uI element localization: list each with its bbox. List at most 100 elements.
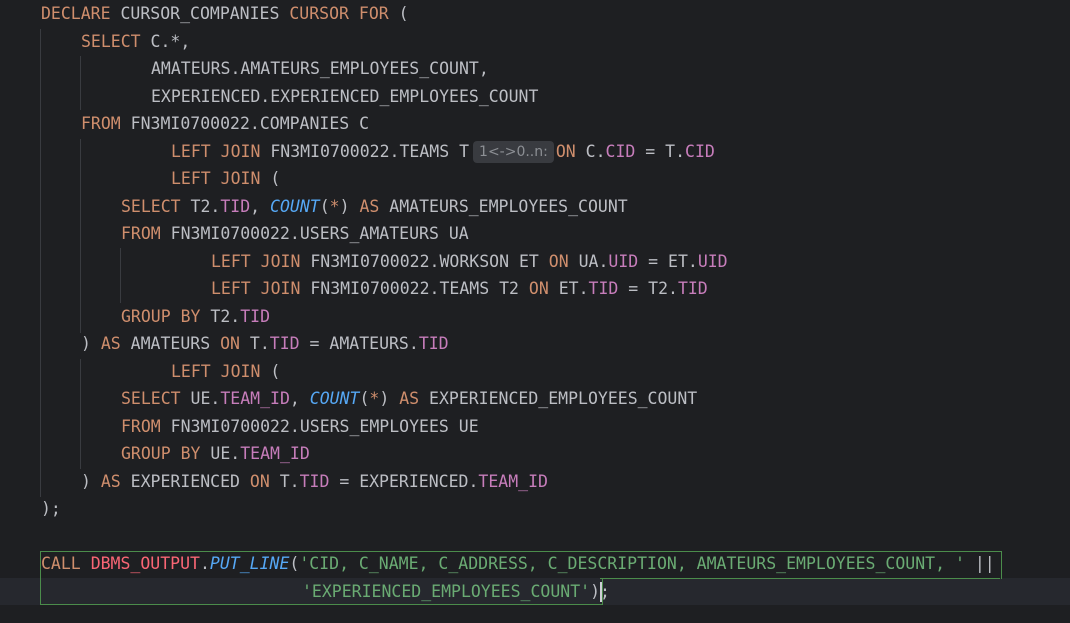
code-line: FROM FN3MI0700022.USERS_EMPLOYEES UE bbox=[121, 413, 479, 441]
code-line: LEFT JOIN ( bbox=[171, 358, 280, 386]
identifier: EXPERIENCED bbox=[120, 472, 250, 491]
code-line: FROM FN3MI0700022.COMPANIES C bbox=[81, 110, 369, 138]
keyword: ON bbox=[548, 252, 569, 271]
package-name: DBMS_OUTPUT bbox=[90, 554, 200, 573]
identifier: T. bbox=[269, 472, 300, 491]
keyword: GROUP BY bbox=[121, 307, 201, 326]
identifier: FN3MI0700022.WORKSON ET bbox=[300, 252, 549, 271]
indent-guide bbox=[80, 56, 81, 110]
keyword: CURSOR bbox=[289, 4, 349, 23]
identifier: = T. bbox=[635, 142, 686, 161]
punctuation: ); bbox=[41, 499, 61, 518]
inlay-hint[interactable]: 1<->0..n: bbox=[473, 141, 554, 163]
code-editor[interactable]: DECLARE CURSOR_COMPANIES CURSOR FOR ( SE… bbox=[0, 0, 1070, 623]
keyword: ON bbox=[220, 334, 240, 353]
keyword: LEFT JOIN bbox=[171, 169, 261, 188]
identifier: = EXPERIENCED. bbox=[329, 472, 479, 491]
text-caret bbox=[600, 582, 602, 602]
keyword: LEFT JOIN bbox=[171, 142, 261, 161]
column-name: TEAM_ID bbox=[240, 444, 310, 463]
code-line: 'EXPERIENCED_EMPLOYEES_COUNT'); bbox=[302, 578, 610, 606]
function-name: COUNT bbox=[270, 197, 320, 216]
punctuation: ( bbox=[260, 362, 281, 381]
code-line: SELECT T2.TID, COUNT(*) AS AMATEURS_EMPL… bbox=[121, 193, 628, 221]
identifier: UE. bbox=[200, 444, 241, 463]
identifier: FN3MI0700022.USERS_EMPLOYEES UE bbox=[160, 417, 479, 436]
keyword: FROM bbox=[121, 224, 161, 243]
code-line: FROM FN3MI0700022.USERS_AMATEURS UA bbox=[121, 220, 469, 248]
identifier: T. bbox=[239, 334, 270, 353]
identifier: AMATEURS_EMPLOYEES_COUNT bbox=[379, 197, 628, 216]
code-line: LEFT JOIN FN3MI0700022.WORKSON ET ON UA.… bbox=[211, 248, 728, 276]
code-line: GROUP BY T2.TID bbox=[121, 303, 270, 331]
keyword: AS bbox=[100, 334, 121, 353]
keyword: DECLARE bbox=[41, 4, 111, 23]
identifier: = T2. bbox=[618, 279, 678, 298]
column-name: CID bbox=[685, 142, 715, 161]
identifier: EXPERIENCED_EMPLOYEES_COUNT bbox=[419, 389, 698, 408]
punctuation: ( bbox=[289, 554, 300, 573]
punctuation: ( bbox=[388, 4, 409, 23]
function-name: COUNT bbox=[309, 389, 360, 408]
string-literal: 'CID, C_NAME, C_ADDRESS, C_DESCRIPTION, … bbox=[299, 554, 965, 573]
column-name: TID bbox=[299, 472, 330, 491]
identifier: = AMATEURS. bbox=[299, 334, 419, 353]
identifier: AMATEURS bbox=[120, 334, 221, 353]
code-line: ) AS AMATEURS ON T.TID = AMATEURS.TID bbox=[81, 330, 449, 358]
column-name: TEAM_ID bbox=[478, 472, 548, 491]
keyword: SELECT bbox=[121, 389, 181, 408]
string-literal: 'EXPERIENCED_EMPLOYEES_COUNT' bbox=[302, 582, 591, 601]
indent-guide bbox=[80, 139, 81, 333]
code-line: SELECT C.*, bbox=[81, 28, 190, 56]
indent-guide bbox=[40, 29, 41, 497]
column-name: TID bbox=[418, 334, 449, 353]
keyword: LEFT JOIN bbox=[211, 252, 301, 271]
keyword: FOR bbox=[358, 4, 389, 23]
punctuation: ( bbox=[260, 169, 281, 188]
identifier: C. bbox=[575, 142, 606, 161]
punctuation: ( bbox=[319, 197, 330, 216]
column-name: TEAM_ID bbox=[220, 389, 290, 408]
keyword: ON bbox=[528, 279, 549, 298]
identifier: FN3MI0700022.TEAMS T2 bbox=[300, 279, 529, 298]
indent-guide bbox=[120, 248, 121, 303]
code-line: GROUP BY UE.TEAM_ID bbox=[121, 440, 310, 468]
code-line: CALL DBMS_OUTPUT.PUT_LINE('CID, C_NAME, … bbox=[41, 550, 995, 578]
keyword: ON bbox=[249, 472, 270, 491]
identifier: C.*, bbox=[140, 32, 191, 51]
column-name: TID bbox=[588, 279, 619, 298]
punctuation: , bbox=[289, 389, 310, 408]
code-line: ); bbox=[41, 495, 61, 523]
column-name: CID bbox=[605, 142, 636, 161]
punctuation: ( bbox=[359, 389, 370, 408]
identifier: FN3MI0700022.TEAMS T bbox=[260, 142, 470, 161]
code-line: LEFT JOIN FN3MI0700022.TEAMS T2 ON ET.TI… bbox=[211, 275, 708, 303]
punctuation: , bbox=[250, 197, 271, 216]
keyword: SELECT bbox=[81, 32, 141, 51]
identifier: AMATEURS.AMATEURS_EMPLOYEES_COUNT, bbox=[151, 59, 489, 78]
column-name: UID bbox=[608, 252, 639, 271]
column-name: TID bbox=[240, 307, 271, 326]
punctuation: ) bbox=[81, 472, 101, 491]
code-line: AMATEURS.AMATEURS_EMPLOYEES_COUNT, bbox=[151, 55, 489, 83]
column-name: TID bbox=[269, 334, 300, 353]
punctuation: ) bbox=[379, 389, 400, 408]
code-line: ) AS EXPERIENCED ON T.TID = EXPERIENCED.… bbox=[81, 468, 548, 496]
keyword: AS bbox=[359, 197, 380, 216]
keyword: ON bbox=[555, 142, 576, 161]
function-name: PUT_LINE bbox=[209, 554, 290, 573]
keyword: SELECT bbox=[121, 197, 181, 216]
identifier: FN3MI0700022.USERS_AMATEURS UA bbox=[160, 224, 469, 243]
wildcard: * bbox=[369, 389, 380, 408]
identifier: CURSOR_COMPANIES bbox=[110, 4, 290, 23]
code-line: LEFT JOIN ( bbox=[171, 165, 280, 193]
code-line: EXPERIENCED.EXPERIENCED_EMPLOYEES_COUNT bbox=[151, 83, 538, 111]
punctuation: ) bbox=[81, 334, 101, 353]
keyword: FROM bbox=[121, 417, 161, 436]
keyword: LEFT JOIN bbox=[171, 362, 261, 381]
column-name: TID bbox=[220, 197, 251, 216]
punctuation: ) bbox=[339, 197, 360, 216]
code-line: DECLARE CURSOR_COMPANIES CURSOR FOR ( bbox=[41, 0, 409, 28]
